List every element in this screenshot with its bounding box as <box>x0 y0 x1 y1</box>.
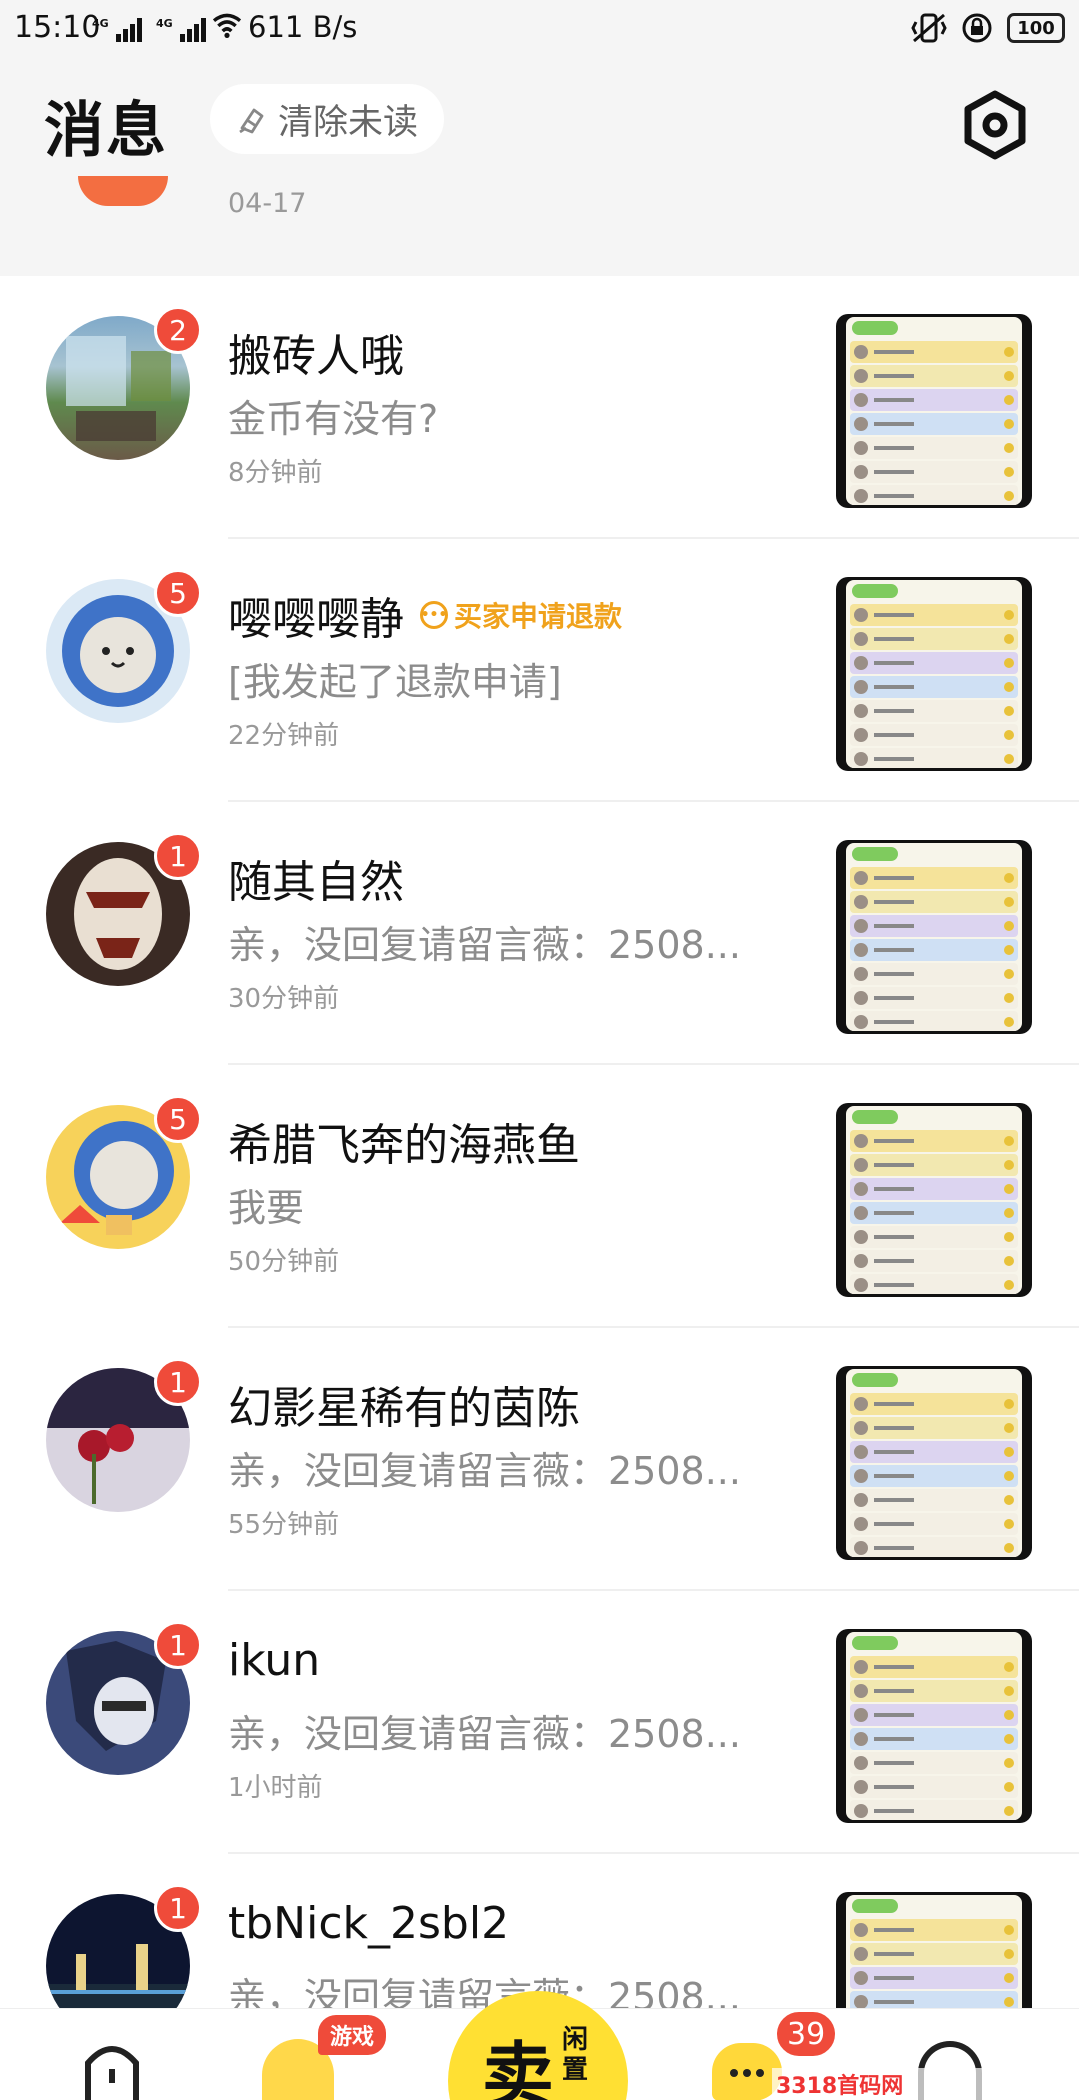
conversation-name: 幻影星稀有的茵陈 <box>228 1383 580 1434</box>
refund-tag-label: 买家申请退款 <box>454 600 623 633</box>
network-type-1: 4G <box>92 17 109 30</box>
conversation-message: 亲，没回复请留言薇：2508... <box>228 923 741 967</box>
conversation-time: 50分钟前 <box>228 1247 340 1277</box>
battery-level: 100 <box>1017 17 1055 39</box>
item-thumbnail <box>836 577 1032 771</box>
item-thumbnail <box>836 840 1032 1034</box>
home-tab-icon[interactable] <box>84 2039 140 2100</box>
network-type-2: 4G <box>156 17 173 30</box>
page-title: 消息 <box>44 96 168 166</box>
conversation-row[interactable]: 5 希腊飞奔的海燕鱼 我要 50分钟前 <box>0 1065 1079 1328</box>
conversation-row[interactable]: 5 嘤嘤嘤静 ••• 买家申请退款 [我发起了退款申请] 22分钟前 <box>0 539 1079 802</box>
unread-badge: 5 <box>154 569 202 617</box>
conversation-message: [我发起了退款申请] <box>228 660 562 704</box>
unread-badge: 1 <box>154 1358 202 1406</box>
more-dots-icon: ••• <box>420 601 448 629</box>
item-thumbnail <box>836 1366 1032 1560</box>
conversation-message: 亲，没回复请留言薇：2508... <box>228 1712 741 1756</box>
conversation-name: 嘤嘤嘤静 <box>228 594 404 645</box>
conversation-row[interactable]: 1 幻影星稀有的茵陈 亲，没回复请留言薇：2508... 55分钟前 <box>0 1328 1079 1591</box>
conversation-row[interactable]: 1 ikun 亲，没回复请留言薇：2508... 1小时前 <box>0 1591 1079 1854</box>
unread-badge: 5 <box>154 1095 202 1143</box>
previous-item-avatar <box>78 176 168 206</box>
conversation-list: 2 搬砖人哦 金币有没有? 8分钟前 5 嘤嘤嘤静 ••• 买家申请退款 [我发… <box>0 276 1079 2100</box>
conversation-name: ikun <box>228 1635 321 1686</box>
unread-badge: 1 <box>154 832 202 880</box>
vibrate-icon <box>911 13 947 43</box>
conversation-row[interactable]: 1 随其自然 亲，没回复请留言薇：2508... 30分钟前 <box>0 802 1079 1065</box>
conversation-time: 8分钟前 <box>228 458 323 488</box>
rotation-lock-icon <box>962 13 992 43</box>
page-header: 消息 清除未读 04-17 <box>0 58 1079 276</box>
unread-badge: 1 <box>154 1621 202 1669</box>
conversation-name: tbNick_2sbl2 <box>228 1898 510 1949</box>
conversation-row[interactable]: 2 搬砖人哦 金币有没有? 8分钟前 <box>0 276 1079 539</box>
previous-item-date: 04-17 <box>228 188 307 219</box>
conversation-message: 亲，没回复请留言薇：2508... <box>228 1449 741 1493</box>
signal-icon: 4G <box>92 17 142 42</box>
battery-indicator: 100 <box>1007 13 1065 43</box>
game-tab-badge: 游戏 <box>318 2015 387 2055</box>
conversation-name: 随其自然 <box>228 857 404 908</box>
item-thumbnail <box>836 1103 1032 1297</box>
conversation-time: 30分钟前 <box>228 984 340 1014</box>
signal-icon: 4G <box>156 17 206 42</box>
sell-idle-button[interactable]: 卖 闲置 <box>448 1991 628 2100</box>
unread-badge: 2 <box>154 306 202 354</box>
status-time: 15:10 <box>14 10 101 45</box>
clear-unread-label: 清除未读 <box>278 102 419 143</box>
conversation-time: 55分钟前 <box>228 1510 340 1540</box>
refund-request-tag: ••• 买家申请退款 <box>420 595 622 635</box>
wifi-icon <box>212 13 242 38</box>
conversation-name: 搬砖人哦 <box>228 331 404 382</box>
conversation-message: 我要 <box>228 1186 305 1230</box>
conversation-time: 22分钟前 <box>228 721 340 751</box>
broom-icon <box>239 108 264 134</box>
settings-icon[interactable] <box>958 88 1032 162</box>
clear-unread-button[interactable]: 清除未读 <box>210 84 445 154</box>
conversation-name: 希腊飞奔的海燕鱼 <box>228 1120 580 1171</box>
status-bar: 15:10 4G 4G 611 B/s 100 <box>0 0 1079 58</box>
item-thumbnail <box>836 1629 1032 1823</box>
sell-sub-label: 闲置 <box>562 2025 589 2085</box>
network-speed: 611 B/s <box>248 10 358 44</box>
message-tab-badge: 39 <box>774 2009 839 2059</box>
sell-main-label: 卖 <box>482 2033 555 2100</box>
item-thumbnail <box>836 314 1032 508</box>
conversation-message: 金币有没有? <box>228 397 439 441</box>
conversation-time: 1小时前 <box>228 1773 323 1803</box>
watermark-text: 3318首码网www.e318.com <box>772 2068 1079 2100</box>
unread-badge: 1 <box>154 1884 202 1932</box>
